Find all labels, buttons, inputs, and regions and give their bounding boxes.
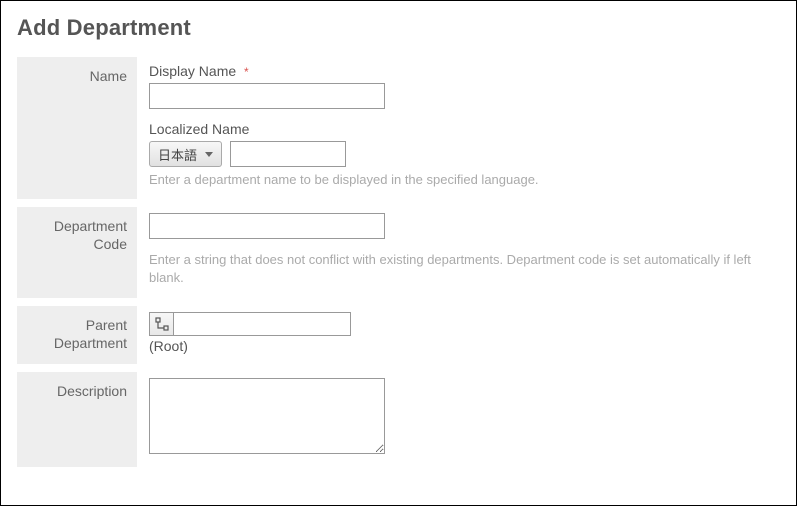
value-name: Display Name * Localized Name 日本語 Enter …: [137, 57, 780, 199]
localized-name-label: Localized Name: [149, 121, 780, 137]
parent-picker-row: [149, 312, 780, 336]
display-name-label-text: Display Name: [149, 63, 236, 79]
row-description: Description: [17, 372, 780, 467]
row-name: Name Display Name * Localized Name 日本語 E…: [17, 57, 780, 199]
required-star-icon: *: [244, 65, 249, 79]
open-tree-button[interactable]: [149, 312, 173, 336]
parent-root-label: (Root): [149, 338, 780, 354]
parent-department-input[interactable]: [173, 312, 351, 336]
row-parent: Parent Department (Root): [17, 306, 780, 364]
add-department-form: Add Department Name Display Name * Local…: [0, 0, 797, 506]
department-code-hint: Enter a string that does not conflict wi…: [149, 251, 780, 287]
value-code: Enter a string that does not conflict wi…: [137, 207, 780, 297]
chevron-down-icon: [205, 152, 213, 157]
row-code: Department Code Enter a string that does…: [17, 207, 780, 297]
label-parent: Parent Department: [17, 306, 137, 364]
label-name: Name: [17, 57, 137, 199]
language-select[interactable]: 日本語: [149, 141, 222, 167]
label-description: Description: [17, 372, 137, 467]
department-code-input[interactable]: [149, 213, 385, 239]
value-parent: (Root): [137, 306, 780, 364]
value-description: [137, 372, 780, 467]
label-code: Department Code: [17, 207, 137, 297]
page-title: Add Department: [17, 15, 780, 41]
display-name-label: Display Name *: [149, 63, 780, 79]
language-select-value: 日本語: [158, 145, 197, 164]
localized-name-row: 日本語: [149, 141, 780, 167]
display-name-input[interactable]: [149, 83, 385, 109]
localized-name-input[interactable]: [230, 141, 346, 167]
tree-icon: [155, 317, 169, 331]
description-textarea[interactable]: [149, 378, 385, 454]
localized-name-hint: Enter a department name to be displayed …: [149, 171, 780, 189]
